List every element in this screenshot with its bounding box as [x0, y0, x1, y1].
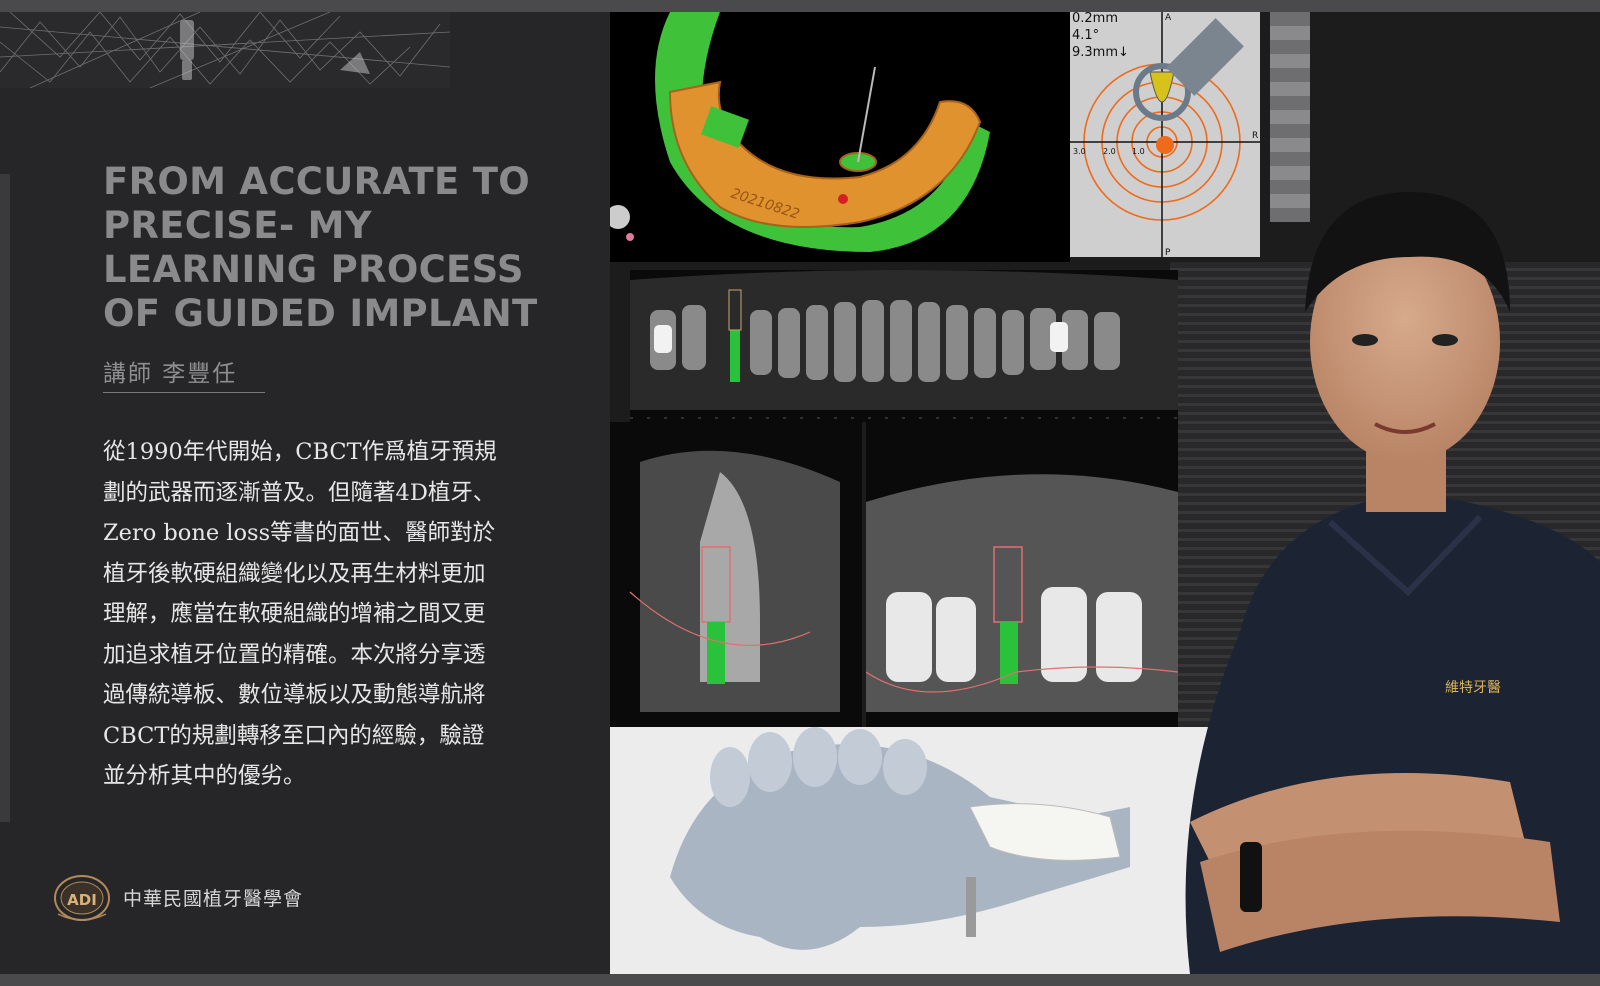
title-line: PRECISE- MY [103, 204, 372, 247]
lecture-title: FROM ACCURATE TO PRECISE- MY LEARNING PR… [103, 160, 563, 336]
organization-name: 中華民國植牙醫學會 [123, 888, 304, 910]
description-line: CBCT的規劃轉移至口內的經驗，驗證 [103, 722, 485, 749]
lecture-description: 從1990年代開始，CBCT作爲植牙預規 劃的武器而逐漸普及。但隨著4D植牙、 … [103, 432, 533, 797]
deviation-readout-line: 9.3mm↓ [1072, 45, 1129, 60]
description-line: 從1990年代開始，CBCT作爲植牙預規 [103, 439, 497, 465]
description-line: 過傳統導板、數位導板以及動態導航將 [103, 682, 486, 708]
texture-banner [0, 12, 450, 88]
title-line: OF GUIDED IMPLANT [103, 292, 538, 335]
lecturer-portrait: 維特牙醫 [1090, 162, 1600, 974]
description-line: 劃的武器而逐漸普及。但隨著4D植牙、 [103, 479, 496, 506]
target-tick-label: 2.0 [1103, 147, 1116, 156]
info-panel: FROM ACCURATE TO PRECISE- MY LEARNING PR… [0, 12, 610, 974]
axis-label-right: R [1252, 131, 1258, 141]
uniform-logo: 維特牙醫 [1445, 680, 1501, 696]
surgical-guide-3d-render: 20210822 [610, 12, 1070, 262]
deviation-readout-line: 0.2mm [1072, 12, 1118, 26]
poster: FROM ACCURATE TO PRECISE- MY LEARNING PR… [0, 12, 1600, 974]
title-line: LEARNING PROCESS [103, 248, 524, 291]
title-line: FROM ACCURATE TO [103, 160, 531, 203]
deviation-readout-line: 4.1° [1072, 28, 1099, 43]
description-line: 加追求植牙位置的精確。本次將分享透 [103, 641, 486, 668]
accent-bar [0, 174, 10, 822]
adi-logo: ADI [52, 874, 112, 924]
target-tick-label: 1.0 [1132, 147, 1145, 156]
cross-section-cbct-1 [610, 422, 862, 727]
description-line: 並分析其中的優劣。 [103, 763, 306, 789]
description-line: 理解，應當在軟硬組織的增補之間又更 [103, 601, 486, 627]
description-line: 植牙後軟硬組織變化以及再生材料更加 [103, 560, 486, 587]
axis-label-top: A [1165, 13, 1172, 23]
clinical-image-collage: 20210822 0.2mm 4.1° 9.3mm↓ 3.0 2.0 1.0 A… [610, 12, 1600, 974]
target-tick-label: 3.0 [1073, 147, 1086, 156]
description-line: Zero bone loss等書的面世、醫師對於 [103, 520, 496, 546]
lecturer-name: 講師 李豐任 [103, 354, 265, 393]
logo-lettering: ADI [67, 891, 97, 909]
